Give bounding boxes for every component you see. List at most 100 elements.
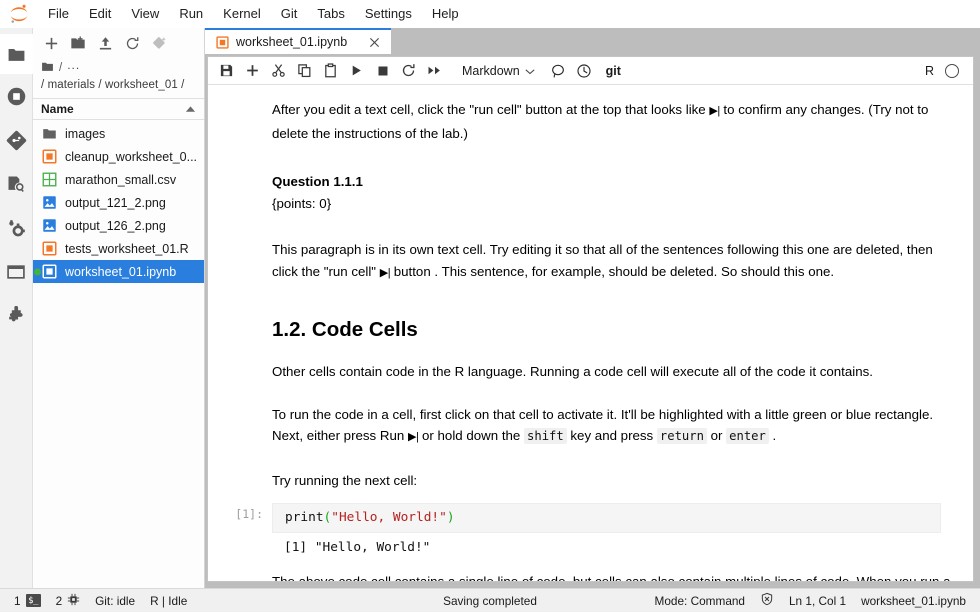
- menu-item-run[interactable]: Run: [170, 3, 212, 25]
- code-cell[interactable]: [1]: print("Hello, World!") [1] "Hello, …: [208, 493, 973, 559]
- markdown-cell[interactable]: Other cells contain code in the R langua…: [208, 359, 973, 402]
- markdown-cell-question[interactable]: Question 1.1.1 {points: 0}: [208, 163, 973, 233]
- jupyterlab-window: File Edit View Run Kernel Git Tabs Setti…: [0, 0, 980, 612]
- run-button[interactable]: [344, 59, 369, 82]
- sort-ascending-icon[interactable]: [185, 102, 196, 116]
- sidebar-item-table-of-contents[interactable]: [0, 250, 33, 294]
- debugger-icon: [6, 174, 26, 194]
- markdown-cell[interactable]: The above code cell contains a single li…: [208, 559, 973, 581]
- menu-item-git[interactable]: Git: [272, 3, 307, 25]
- markdown-cell[interactable]: This paragraph is in its own text cell. …: [208, 233, 973, 303]
- breadcrumb-path[interactable]: / materials / worksheet_01 /: [41, 77, 196, 93]
- save-button[interactable]: [214, 59, 239, 82]
- new-folder-button[interactable]: [66, 32, 90, 54]
- notebook-icon: [41, 148, 58, 165]
- list-item[interactable]: marathon_small.csv: [33, 168, 204, 191]
- paragraph: This paragraph is in its own text cell. …: [272, 239, 957, 284]
- lasso-button[interactable]: [546, 59, 571, 82]
- menu-item-edit[interactable]: Edit: [80, 3, 120, 25]
- sidebar-item-running[interactable]: [0, 74, 33, 118]
- list-item[interactable]: tests_worksheet_01.R: [33, 237, 204, 260]
- insert-cell-button[interactable]: [240, 59, 265, 82]
- file-browser-icon: [7, 45, 26, 64]
- code-editor[interactable]: print("Hello, World!"): [272, 503, 941, 533]
- markdown-cell-heading[interactable]: 1.2. Code Cells: [208, 303, 973, 359]
- history-button[interactable]: [572, 59, 597, 82]
- inline-code-enter: enter: [726, 428, 769, 444]
- status-terminals[interactable]: 1 $_: [10, 591, 45, 611]
- folder-icon: [41, 125, 58, 142]
- menu-item-help[interactable]: Help: [423, 3, 468, 25]
- cpu-chip-icon: [67, 593, 80, 609]
- paragraph-text-d: or: [707, 428, 726, 443]
- menu-item-file[interactable]: File: [39, 3, 78, 25]
- cell-type-dropdown[interactable]: Markdown: [454, 60, 541, 82]
- file-name: tests_worksheet_01.R: [65, 242, 189, 256]
- restart-button[interactable]: [396, 59, 421, 82]
- code-token-close-paren: ): [447, 510, 455, 525]
- notebook-scroll-area[interactable]: After you edit a text cell, click the "r…: [208, 85, 973, 581]
- extension-manager-icon: [6, 306, 26, 326]
- status-message: Saving completed: [443, 594, 537, 608]
- status-trust[interactable]: [756, 591, 778, 611]
- interrupt-button[interactable]: [370, 59, 395, 82]
- breadcrumb[interactable]: / ... / materials / worksheet_01 /: [33, 58, 204, 93]
- markdown-cell[interactable]: After you edit a text cell, click the "r…: [208, 85, 973, 163]
- sidebar-item-property-inspector[interactable]: [0, 206, 33, 250]
- git-toolbar-label[interactable]: git: [606, 64, 621, 78]
- question-label: Question 1.1.1: [272, 174, 363, 189]
- paragraph: To run the code in a cell, first click o…: [272, 404, 957, 449]
- list-item[interactable]: output_126_2.png: [33, 214, 204, 237]
- tab-bar: worksheet_01.ipynb: [205, 28, 980, 54]
- code-cell-body: print("Hello, World!") [1] "Hello, World…: [272, 503, 973, 557]
- status-left-group: 1 $_ 2: [10, 591, 191, 611]
- restart-run-all-button[interactable]: [422, 59, 447, 82]
- status-cursor-position[interactable]: Ln 1, Col 1: [785, 591, 850, 611]
- sidebar-item-debugger[interactable]: [0, 162, 33, 206]
- status-right-group: Mode: Command Ln 1, Col 1 worksheet_01.i…: [651, 591, 970, 611]
- list-item[interactable]: images: [33, 122, 204, 145]
- kernel-idle-circle-icon[interactable]: [945, 64, 959, 78]
- git-clone-button[interactable]: [147, 32, 171, 54]
- status-kernel-state[interactable]: R | Idle: [146, 591, 191, 611]
- menu-item-view[interactable]: View: [122, 3, 168, 25]
- menu-item-kernel[interactable]: Kernel: [214, 3, 270, 25]
- kernel-name-label[interactable]: R: [925, 64, 934, 78]
- menu-item-tabs[interactable]: Tabs: [308, 3, 353, 25]
- file-name: marathon_small.csv: [65, 173, 176, 187]
- question-heading: Question 1.1.1: [272, 171, 957, 193]
- cell-prompt: [208, 470, 272, 492]
- refresh-button[interactable]: [120, 32, 144, 54]
- copy-button[interactable]: [292, 59, 317, 82]
- list-item[interactable]: output_121_2.png: [33, 191, 204, 214]
- paragraph-text-a: The above code cell contains a single li…: [272, 574, 951, 581]
- cell-prompt: [208, 99, 272, 161]
- markdown-cell[interactable]: Try running the next cell:: [208, 468, 973, 494]
- menu-item-settings[interactable]: Settings: [356, 3, 421, 25]
- cut-button[interactable]: [266, 59, 291, 82]
- file-list-column-header[interactable]: Name: [33, 98, 204, 120]
- breadcrumb-separator: /: [59, 61, 62, 76]
- breadcrumb-ellipsis[interactable]: ...: [67, 58, 80, 73]
- list-item[interactable]: cleanup_worksheet_0...: [33, 145, 204, 168]
- cell-content: Try running the next cell:: [272, 470, 973, 492]
- sidebar-item-git[interactable]: [0, 118, 33, 162]
- cell-content: This paragraph is in its own text cell. …: [272, 239, 973, 301]
- cell-type-value: Markdown: [462, 64, 520, 78]
- markdown-cell[interactable]: To run the code in a cell, first click o…: [208, 402, 973, 468]
- paste-button[interactable]: [318, 59, 343, 82]
- new-launcher-button[interactable]: [39, 32, 63, 54]
- breadcrumb-home-folder-icon[interactable]: [41, 60, 54, 78]
- tab-worksheet-01[interactable]: worksheet_01.ipynb: [205, 28, 391, 54]
- file-name: output_121_2.png: [65, 196, 166, 210]
- upload-button[interactable]: [93, 32, 117, 54]
- running-terminals-icon: [6, 86, 27, 107]
- status-mode[interactable]: Mode: Command: [651, 591, 749, 611]
- close-icon[interactable]: [365, 33, 383, 51]
- sidebar-item-extension-manager[interactable]: [0, 294, 33, 338]
- list-item-selected[interactable]: worksheet_01.ipynb: [33, 260, 204, 283]
- sidebar-item-file-browser[interactable]: [0, 34, 33, 74]
- status-git[interactable]: Git: idle: [91, 591, 139, 611]
- status-kernels[interactable]: 2: [52, 591, 85, 611]
- running-indicator-dot: [34, 268, 41, 275]
